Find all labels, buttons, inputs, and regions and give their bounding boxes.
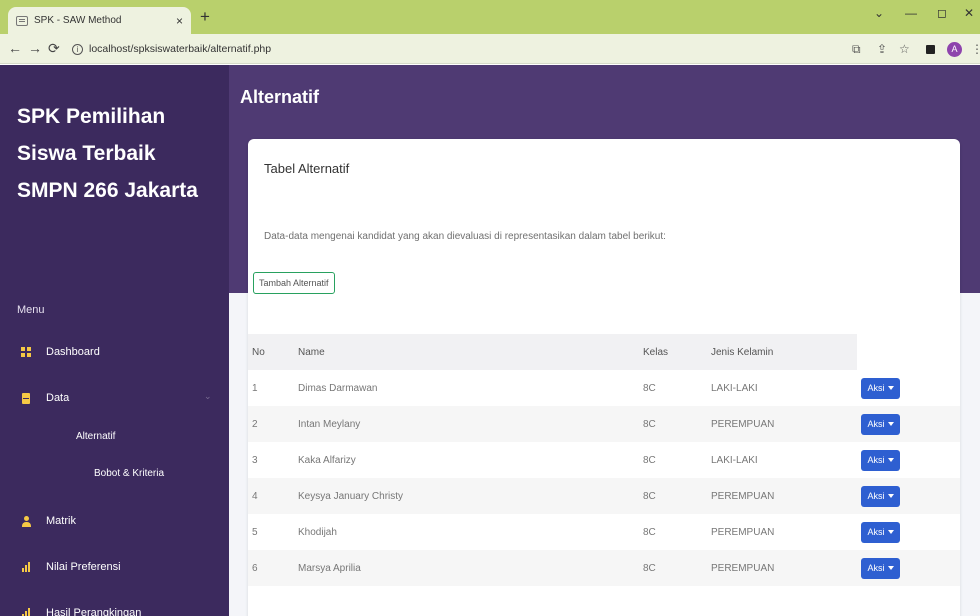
back-icon[interactable]: ← <box>8 40 22 56</box>
sidebar: SPK Pemilihan Siswa Terbaik SMPN 266 Jak… <box>0 65 229 616</box>
caret-down-icon <box>887 494 894 499</box>
grid-icon <box>18 347 34 357</box>
cell-no: 5 <box>252 526 258 538</box>
aksi-dropdown-button[interactable]: Aksi <box>861 377 900 399</box>
sidebar-item-nilai-preferensi[interactable]: Nilai Preferensi <box>18 561 121 573</box>
minimize-icon[interactable]: — <box>905 6 917 20</box>
share-icon[interactable]: ⇪ <box>877 42 887 56</box>
cell-jenis-kelamin: LAKI-LAKI <box>711 382 758 394</box>
cell-jenis-kelamin: PEREMPUAN <box>711 478 857 514</box>
cell-name: Marsya Aprilia <box>298 550 643 586</box>
extension-icon[interactable] <box>926 45 935 54</box>
header-no: No <box>248 334 298 370</box>
cell-no: 2 <box>248 406 298 442</box>
caret-down-icon <box>887 530 894 535</box>
add-alternatif-button[interactable]: Tambah Alternatif <box>253 272 335 294</box>
alternatif-card: Tabel Alternatif Data-data mengenai kand… <box>248 139 960 616</box>
profile-avatar[interactable]: A <box>947 42 962 57</box>
url-text[interactable]: localhost/spksiswaterbaik/alternatif.php <box>89 43 271 55</box>
close-window-icon[interactable]: ✕ <box>964 6 974 20</box>
table-row: 1 Dimas Darmawan 8C LAKI-LAKI Aksi <box>248 370 960 406</box>
cell-no: 4 <box>248 478 298 514</box>
cell-kelas: 8C <box>643 454 656 466</box>
site-info-icon[interactable]: i <box>72 43 83 55</box>
table-header-row: No Name Kelas Jenis Kelamin <box>248 334 960 370</box>
document-icon <box>18 392 34 404</box>
sidebar-brand[interactable]: SPK Pemilihan Siswa Terbaik SMPN 266 Jak… <box>17 98 217 209</box>
table-row: 3 Kaka Alfarizy 8C LAKI-LAKI Aksi <box>248 442 960 478</box>
page-title: Alternatif <box>240 87 320 107</box>
reload-icon[interactable]: ⟳ <box>48 40 60 56</box>
cell-kelas: 8C <box>643 406 711 442</box>
bar-chart-icon <box>18 562 34 572</box>
browser-tab[interactable]: SPK - SAW Method × <box>8 7 191 34</box>
caret-down-icon <box>887 458 894 463</box>
maximize-icon[interactable]: ◻ <box>937 6 947 20</box>
sidebar-item-label: Data <box>46 392 70 404</box>
menu-heading: Menu <box>17 304 45 316</box>
bookmark-star-icon[interactable]: ☆ <box>899 42 910 56</box>
table-row: 2 Intan Meylany 8C PEREMPUAN Aksi <box>248 406 960 442</box>
cell-name: Dimas Darmawan <box>298 382 378 394</box>
cell-kelas: 8C <box>643 478 711 514</box>
url-field[interactable]: i localhost/spksiswaterbaik/alternatif.p… <box>72 38 817 60</box>
aksi-dropdown-button[interactable]: Aksi <box>861 521 900 543</box>
table-row: 5 Khodijah 8C PEREMPUAN Aksi <box>248 514 960 550</box>
cell-jenis-kelamin: LAKI-LAKI <box>711 454 758 466</box>
sidebar-item-data[interactable]: Data <box>18 392 69 404</box>
header-name: Name <box>298 334 643 370</box>
caret-down-icon <box>887 566 894 571</box>
cell-kelas: 8C <box>643 550 711 586</box>
table-row: 4 Keysya January Christy 8C PEREMPUAN Ak… <box>248 478 960 514</box>
sidebar-item-hasil-perangkingan[interactable]: Hasil Perangkingan <box>18 607 141 616</box>
alternatif-table: No Name Kelas Jenis Kelamin 1 Dimas Darm… <box>248 334 960 586</box>
table-row: 6 Marsya Aprilia 8C PEREMPUAN Aksi <box>248 550 960 586</box>
aksi-dropdown-button[interactable]: Aksi <box>861 413 900 435</box>
cell-name: Kaka Alfarizy <box>298 454 356 466</box>
header-aksi <box>857 334 960 370</box>
new-tab-icon[interactable]: + <box>200 8 210 26</box>
header-kelas: Kelas <box>643 334 711 370</box>
cell-no: 1 <box>252 382 258 394</box>
tab-close-icon[interactable]: × <box>176 14 183 28</box>
main-content: Alternatif Tabel Alternatif Data-data me… <box>229 65 980 616</box>
cell-jenis-kelamin: PEREMPUAN <box>711 406 857 442</box>
cell-jenis-kelamin: PEREMPUAN <box>711 526 775 538</box>
card-title: Tabel Alternatif <box>264 161 350 176</box>
aksi-dropdown-button[interactable]: Aksi <box>861 557 900 579</box>
cell-no: 6 <box>248 550 298 586</box>
cell-kelas: 8C <box>643 382 656 394</box>
sidebar-item-label: Hasil Perangkingan <box>46 607 142 616</box>
tab-search-icon[interactable]: ⌄ <box>874 6 884 20</box>
cell-kelas: 8C <box>643 526 656 538</box>
sidebar-subitem-bobot-kriteria[interactable]: Bobot & Kriteria <box>94 468 164 479</box>
sidebar-subitem-alternatif[interactable]: Alternatif <box>76 431 115 442</box>
address-bar: ← → ⟳ i localhost/spksiswaterbaik/altern… <box>0 34 980 64</box>
sidebar-item-label: Matrik <box>46 515 76 527</box>
translate-icon[interactable]: ⧉ <box>852 42 861 56</box>
cell-no: 3 <box>252 454 258 466</box>
sidebar-item-label: Nilai Preferensi <box>46 561 121 573</box>
forward-icon[interactable]: → <box>28 40 42 56</box>
caret-down-icon <box>887 422 894 427</box>
aksi-dropdown-button[interactable]: Aksi <box>861 449 900 471</box>
card-description: Data-data mengenai kandidat yang akan di… <box>264 231 666 242</box>
bar-chart-icon <box>18 608 34 616</box>
browser-tab-bar: SPK - SAW Method × + ⌄ — ◻ ✕ <box>0 0 980 34</box>
browser-menu-icon[interactable]: ⋮ <box>971 42 980 56</box>
tab-title: SPK - SAW Method <box>34 15 122 26</box>
cell-name: Khodijah <box>298 526 337 538</box>
header-jenis-kelamin: Jenis Kelamin <box>711 334 857 370</box>
page-favicon-icon <box>16 15 28 26</box>
chevron-down-icon[interactable]: ⌄ <box>204 391 212 402</box>
cell-jenis-kelamin: PEREMPUAN <box>711 550 857 586</box>
cell-name: Intan Meylany <box>298 406 643 442</box>
aksi-dropdown-button[interactable]: Aksi <box>861 485 900 507</box>
caret-down-icon <box>887 386 894 391</box>
sidebar-item-dashboard[interactable]: Dashboard <box>18 346 100 358</box>
sidebar-item-matrik[interactable]: Matrik <box>18 515 76 527</box>
user-icon <box>18 515 34 527</box>
cell-name: Keysya January Christy <box>298 478 643 514</box>
sidebar-item-label: Dashboard <box>46 346 100 358</box>
